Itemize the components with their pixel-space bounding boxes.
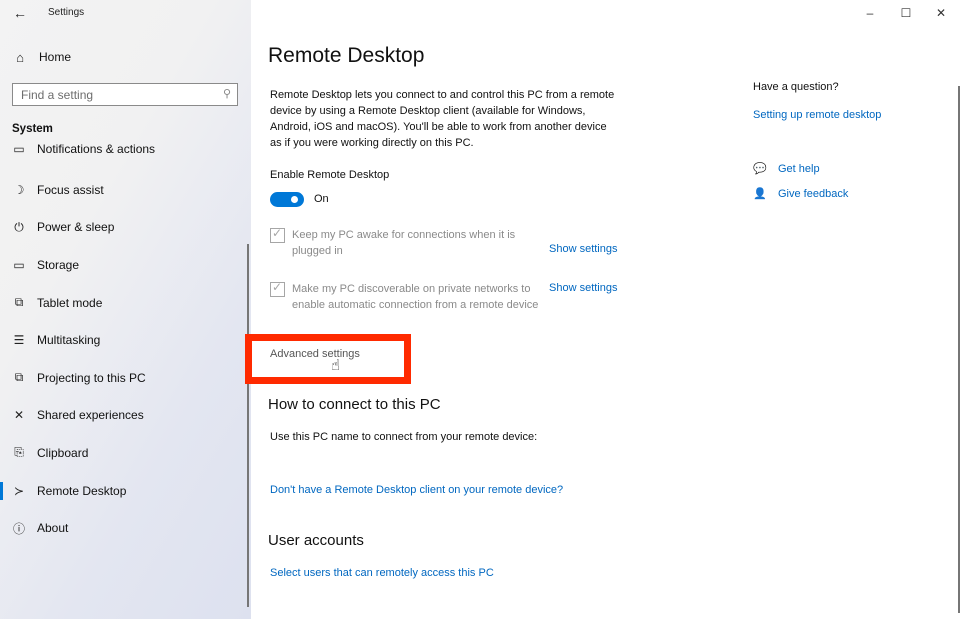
active-indicator: [0, 481, 3, 500]
arrow-left-icon: ←: [13, 5, 27, 21]
enable-remote-desktop-label: Enable Remote Desktop: [270, 169, 390, 181]
discoverable-checkbox[interactable]: ✓: [270, 280, 285, 297]
keep-awake-option: ✓ Keep my PC awake for connections when …: [270, 226, 542, 259]
sidebar-item-projecting[interactable]: ⧉ Projecting to this PC: [0, 359, 251, 397]
sidebar-item-label: Projecting to this PC: [37, 370, 146, 385]
advanced-settings-link[interactable]: Advanced settings: [270, 348, 360, 360]
toggle-knob: [291, 196, 298, 203]
tablet-mode-icon: ⧉: [14, 295, 24, 310]
main-content: – ☐ ✕ Remote Desktop Remote Desktop lets…: [245, 0, 960, 619]
sidebar-item-focus-assist[interactable]: ☽ Focus assist: [0, 171, 251, 209]
maximize-button[interactable]: ☐: [891, 4, 921, 22]
notifications-icon: ▭: [13, 142, 25, 156]
sidebar-item-label: Tablet mode: [37, 295, 103, 310]
how-to-connect-text: Use this PC name to connect from your re…: [270, 431, 538, 443]
maximize-icon: ☐: [900, 6, 912, 20]
user-accounts-heading: User accounts: [268, 532, 364, 549]
get-help-icon: 💬: [753, 163, 767, 175]
sidebar-item-shared-experiences[interactable]: ✕ Shared experiences: [0, 397, 251, 435]
toggle-state-label: On: [314, 193, 329, 205]
search-icon[interactable]: ⚲: [223, 87, 231, 100]
sidebar-item-multitasking[interactable]: ☰ Multitasking: [0, 321, 251, 359]
multitasking-icon: ☰: [13, 333, 25, 348]
discoverable-option: ✓ Make my PC discoverable on private net…: [270, 280, 542, 313]
minimize-button[interactable]: –: [855, 4, 885, 22]
sidebar-item-clipboard[interactable]: ⎘ Clipboard: [0, 434, 251, 472]
info-icon: ⓘ: [12, 521, 25, 536]
minimize-icon: –: [866, 6, 874, 20]
sidebar-nav: ▭ Notifications & actions ☽ Focus assist…: [0, 142, 251, 547]
give-feedback-label: Give feedback: [778, 187, 849, 200]
get-client-link[interactable]: Don't have a Remote Desktop client on yo…: [270, 484, 563, 496]
sidebar: ← Settings ⌂ Home ⚲ System ▭ Notificatio…: [0, 0, 251, 619]
home-icon: ⌂: [16, 49, 24, 65]
keep-awake-checkbox[interactable]: ✓: [270, 226, 285, 243]
projecting-icon: ⧉: [14, 370, 24, 385]
remote-desktop-icon: ≻: [13, 483, 25, 498]
sidebar-item-label: About: [37, 521, 69, 536]
keep-awake-label: Keep my PC awake for connections when it…: [292, 229, 516, 257]
page-description: Remote Desktop lets you connect to and c…: [270, 89, 615, 149]
close-button[interactable]: ✕: [926, 4, 956, 22]
power-icon: ⏻: [14, 219, 24, 234]
search-box[interactable]: ⚲: [12, 83, 238, 106]
select-users-link[interactable]: Select users that can remotely access th…: [270, 567, 494, 579]
sidebar-item-label: Clipboard: [37, 445, 89, 460]
get-help-label: Get help: [778, 162, 820, 175]
shared-experiences-icon: ✕: [13, 408, 25, 423]
checkmark-icon: ✓: [272, 280, 283, 294]
sidebar-item-label: Multitasking: [37, 333, 101, 348]
hand-cursor-icon: ☝: [331, 357, 341, 374]
enable-remote-desktop-toggle[interactable]: [270, 192, 304, 207]
feedback-icon: 👤: [753, 188, 767, 200]
clipboard-icon: ⎘: [14, 445, 24, 460]
sidebar-item-label: Focus assist: [37, 182, 104, 197]
how-to-connect-heading: How to connect to this PC: [268, 396, 441, 413]
title-bar: ← Settings: [0, 0, 251, 28]
search-input[interactable]: [13, 84, 203, 105]
sidebar-scrollbar[interactable]: [247, 244, 249, 607]
page-title: Remote Desktop: [268, 44, 425, 67]
discoverable-show-settings-link[interactable]: Show settings: [549, 282, 617, 294]
app-title: Settings: [48, 7, 85, 18]
checkmark-icon: ✓: [272, 226, 283, 240]
sidebar-item-storage[interactable]: ▭ Storage: [0, 246, 251, 284]
give-feedback-link[interactable]: 👤 Give feedback: [753, 187, 849, 201]
sidebar-item-label: Power & sleep: [37, 220, 115, 235]
sidebar-item-notifications[interactable]: ▭ Notifications & actions: [0, 142, 251, 171]
keep-awake-show-settings-link[interactable]: Show settings: [549, 243, 617, 255]
sidebar-item-label: Shared experiences: [37, 408, 144, 423]
storage-drive-icon: ▭: [13, 257, 25, 272]
nav-home-label: Home: [39, 50, 72, 64]
setting-up-remote-desktop-link[interactable]: Setting up remote desktop: [753, 109, 881, 121]
sidebar-item-power-sleep[interactable]: ⏻ Power & sleep: [0, 209, 251, 247]
sidebar-item-about[interactable]: ⓘ About: [0, 509, 251, 547]
discoverable-label: Make my PC discoverable on private netwo…: [292, 283, 539, 311]
sidebar-item-label: Storage: [37, 257, 80, 272]
close-icon: ✕: [935, 6, 947, 20]
back-button[interactable]: ←: [10, 4, 30, 22]
sidebar-item-label: Notifications & actions: [37, 142, 156, 156]
sidebar-item-label: Remote Desktop: [37, 483, 127, 498]
section-title: System: [12, 123, 53, 135]
sidebar-item-tablet-mode[interactable]: ⧉ Tablet mode: [0, 284, 251, 322]
sidebar-item-remote-desktop[interactable]: ≻ Remote Desktop: [0, 472, 251, 510]
moon-icon: ☽: [13, 182, 25, 197]
get-help-link[interactable]: 💬 Get help: [753, 162, 820, 176]
nav-home[interactable]: ⌂ Home: [12, 48, 71, 66]
help-question-heading: Have a question?: [753, 81, 839, 93]
